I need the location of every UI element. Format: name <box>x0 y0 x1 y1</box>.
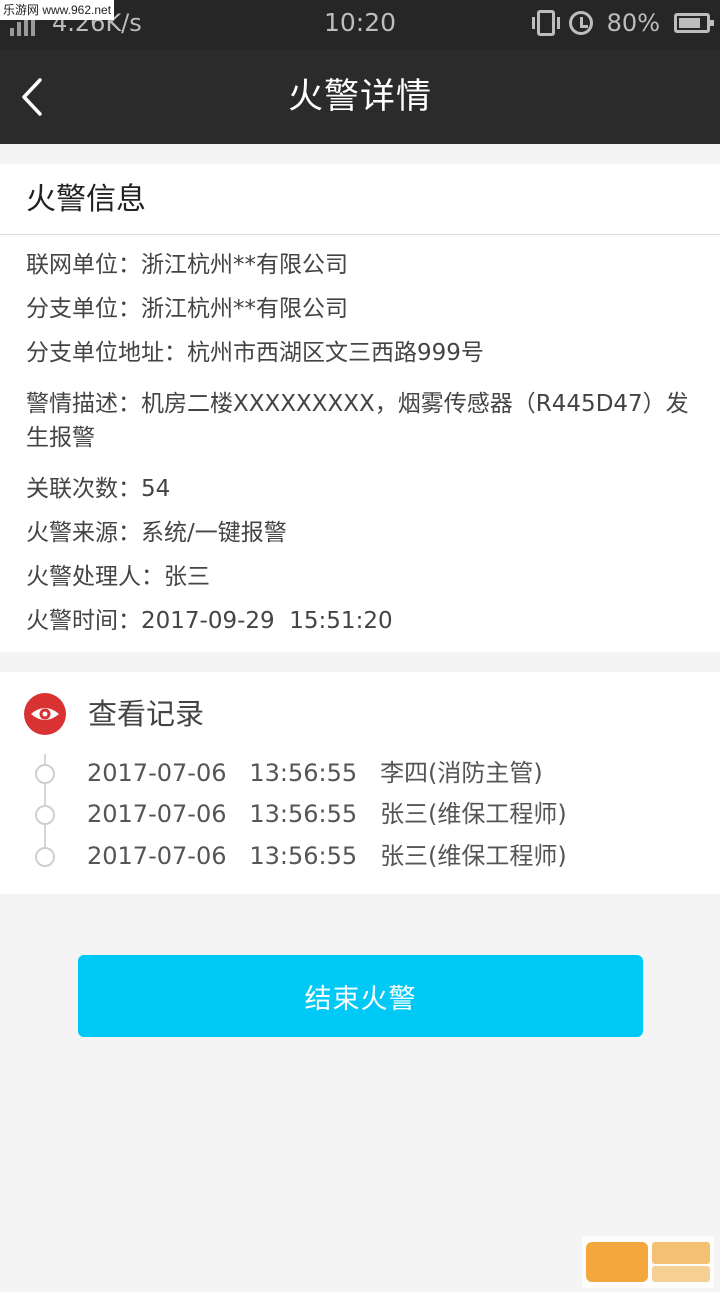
info-row-branch-unit: 分支单位：浙江杭州**有限公司 <box>26 292 696 326</box>
info-row-fire-source: 火警来源：系统/一键报警 <box>26 516 696 550</box>
record-item: 2017-07-06 13:56:55 张三(维保工程师) <box>87 839 567 873</box>
record-person: 张三(维保工程师) <box>380 800 567 828</box>
info-label: 关联次数： <box>26 476 141 502</box>
fire-info-card: 火警信息 联网单位：浙江杭州**有限公司 分支单位：浙江杭州**有限公司 分支单… <box>0 164 720 652</box>
record-date: 2017-07-06 <box>87 800 227 828</box>
timeline-dot <box>35 764 55 784</box>
section-title-fire-info: 火警信息 <box>26 182 146 217</box>
info-value: 浙江杭州**有限公司 <box>141 296 348 322</box>
info-value: 系统/一键报警 <box>141 520 287 546</box>
info-value: 浙江杭州**有限公司 <box>141 252 348 278</box>
site-watermark: 乐游网 www.962.net <box>0 0 115 20</box>
info-row-linked-count: 关联次数：54 <box>26 472 696 506</box>
record-time: 13:56:55 <box>249 800 358 828</box>
info-label: 分支单位地址： <box>26 340 187 366</box>
record-date: 2017-07-06 <box>87 842 227 870</box>
eye-icon <box>24 693 66 735</box>
battery-percent: 80% <box>606 9 660 37</box>
divider <box>0 234 720 235</box>
status-icons: 80% <box>531 8 714 38</box>
record-item: 2017-07-06 13:56:55 张三(维保工程师) <box>87 797 567 831</box>
info-row-alarm-description: 警情描述：机房二楼XXXXXXXXX，烟雾传感器（R445D47）发生报警 <box>26 387 696 455</box>
record-time: 13:56:55 <box>249 842 358 870</box>
site-logo-watermark <box>582 1236 714 1288</box>
app-header: 火警详情 <box>0 50 720 144</box>
info-row-branch-address: 分支单位地址：杭州市西湖区文三西路999号 <box>26 336 696 370</box>
vibrate-icon <box>531 10 560 36</box>
info-label: 火警处理人： <box>26 564 164 590</box>
info-label: 联网单位： <box>26 252 141 278</box>
info-label: 火警来源： <box>26 520 141 546</box>
info-row-handler: 火警处理人：张三 <box>26 560 696 594</box>
view-records-card: 查看记录 2017-07-06 13:56:55 李四(消防主管) 2017-0… <box>0 672 720 894</box>
info-value: 54 <box>141 476 171 502</box>
timeline-dot <box>35 847 55 867</box>
info-label: 分支单位： <box>26 296 141 322</box>
record-time: 13:56:55 <box>249 759 358 787</box>
record-item: 2017-07-06 13:56:55 李四(消防主管) <box>87 756 543 790</box>
info-value: 杭州市西湖区文三西路999号 <box>187 340 484 366</box>
info-label: 火警时间： <box>26 608 141 634</box>
info-label: 警情描述： <box>26 391 141 417</box>
record-person: 李四(消防主管) <box>380 759 543 787</box>
alarm-clock-icon <box>568 11 593 35</box>
end-fire-button[interactable]: 结束火警 <box>78 955 643 1037</box>
chevron-left-icon <box>22 78 42 116</box>
timeline-dot <box>35 805 55 825</box>
back-button[interactable] <box>14 72 58 122</box>
record-date: 2017-07-06 <box>87 759 227 787</box>
section-title-view-records: 查看记录 <box>88 697 205 731</box>
info-row-fire-time: 火警时间：2017-09-29 15:51:20 <box>26 604 696 638</box>
record-person: 张三(维保工程师) <box>380 842 567 870</box>
info-value: 2017-09-29 15:51:20 <box>141 608 393 634</box>
info-value: 张三 <box>164 564 210 590</box>
page-title: 火警详情 <box>287 77 432 117</box>
battery-icon <box>674 13 714 33</box>
info-row-network-unit: 联网单位：浙江杭州**有限公司 <box>26 248 696 282</box>
